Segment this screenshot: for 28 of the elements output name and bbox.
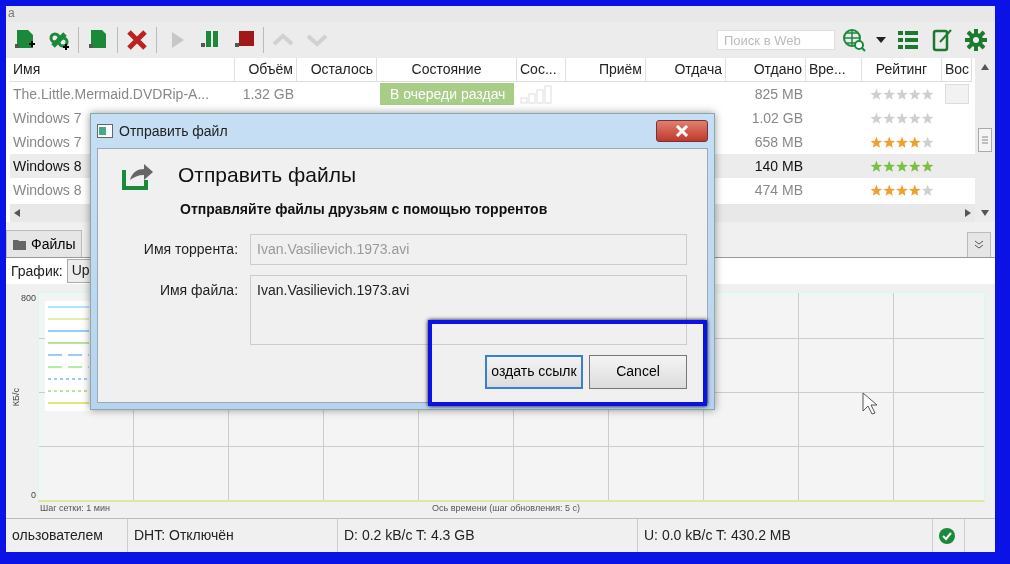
- status-text: ользователем: [12, 526, 103, 545]
- axis-title: КБ/с: [10, 387, 22, 407]
- dialog-title: Отправить файл: [119, 121, 228, 141]
- sent-text: 825 MB: [754, 84, 803, 104]
- torrent-name: The.Little.Mermaid.DVDRip-A...: [13, 84, 210, 104]
- torrent-name: Windows 7: [13, 132, 82, 152]
- dialog-subtitle: Отправляйте файлы друзьям с помощью торрентов: [180, 199, 549, 219]
- time-axis-caption: Ось времени (шаг обновления: 5 с): [432, 502, 581, 515]
- torrent-name: Windows 7: [13, 108, 82, 128]
- sent-text: 474 MB: [754, 180, 803, 200]
- sent-text: 140 MB: [754, 156, 803, 176]
- torrent-name: Windows 8: [13, 156, 82, 176]
- axis-label: 800: [20, 292, 36, 305]
- field-label: Имя файла:: [158, 280, 239, 300]
- graph-label: График:: [11, 261, 63, 281]
- status-text: DHT: Отключён: [134, 526, 234, 545]
- sent-text: 658 MB: [754, 132, 803, 152]
- window-title: a: [8, 6, 15, 20]
- dialog-heading: Отправить файлы: [178, 162, 356, 188]
- sent-text: 1.02 GB: [751, 108, 803, 128]
- torrent-name: Windows 8: [13, 180, 82, 200]
- grid-step-caption: Шаг сетки: 1 мин: [40, 502, 112, 515]
- axis-label: 0: [31, 488, 36, 502]
- field-label: Имя торрента:: [142, 239, 239, 259]
- size-text: 1.32 GB: [242, 84, 294, 104]
- status-text: U: 0.0 kB/c T: 430.2 MB: [644, 526, 791, 545]
- status-label: В очереди раздач: [380, 83, 514, 105]
- status-text: D: 0.2 kB/c T: 4.3 GB: [344, 526, 475, 545]
